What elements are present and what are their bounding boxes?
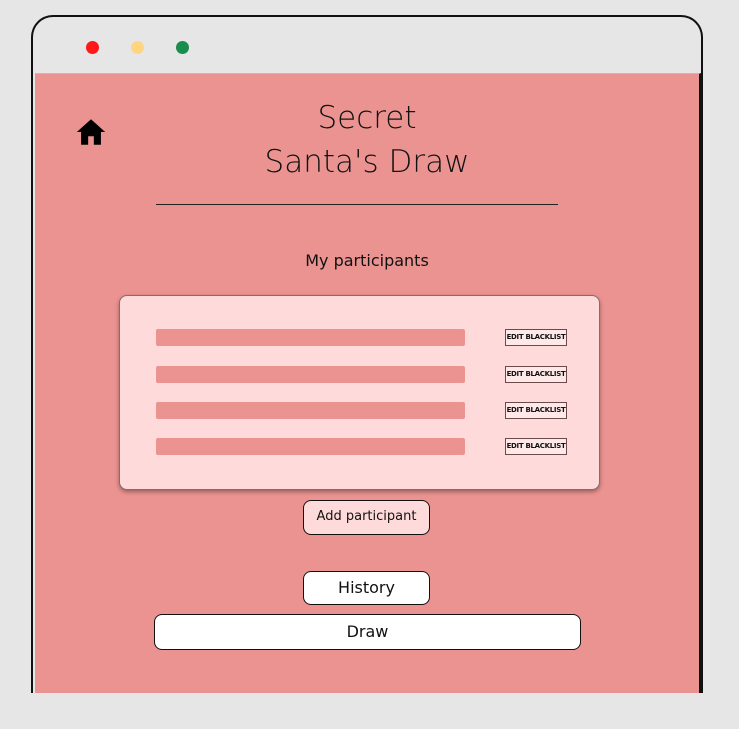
participant-row: EDIT BLACKLIST [120,436,599,456]
window-titlebar [33,17,701,71]
add-participant-button[interactable]: Add participant [303,500,430,535]
edit-blacklist-button[interactable]: EDIT BLACKLIST [505,402,567,419]
close-window-button[interactable] [86,41,99,54]
edit-blacklist-button[interactable]: EDIT BLACKLIST [505,366,567,383]
participant-name-placeholder [156,329,465,346]
participant-name-placeholder [156,366,465,383]
page-content: Secret Santa's Draw My participants EDIT… [35,73,701,693]
participants-heading: My participants [305,251,429,270]
browser-window: Secret Santa's Draw My participants EDIT… [31,15,703,693]
page-title: Secret Santa's Draw [35,96,699,184]
draw-button[interactable]: Draw [154,614,581,650]
title-divider [156,204,558,205]
participant-name-placeholder [156,438,465,455]
maximize-window-button[interactable] [176,41,189,54]
participant-row: EDIT BLACKLIST [120,364,599,384]
participant-row: EDIT BLACKLIST [120,327,599,347]
page-title-line-1: Secret [317,100,417,136]
page-title-line-2: Santa's Draw [264,144,470,180]
participant-name-placeholder [156,402,465,419]
history-button[interactable]: History [303,571,430,605]
edit-blacklist-button[interactable]: EDIT BLACKLIST [505,438,567,455]
edit-blacklist-button[interactable]: EDIT BLACKLIST [505,329,567,346]
minimize-window-button[interactable] [131,41,144,54]
participant-row: EDIT BLACKLIST [120,400,599,420]
participants-card: EDIT BLACKLIST EDIT BLACKLIST EDIT BLACK… [119,295,600,490]
